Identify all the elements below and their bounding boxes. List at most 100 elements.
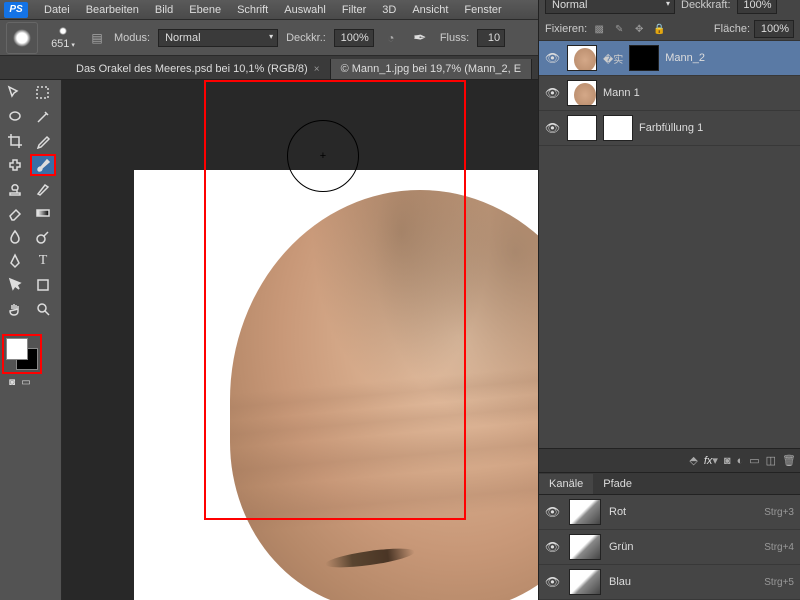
layer-name[interactable]: Mann_2 [665,52,794,64]
layers-panel-footer: ⬘ fx▾ ◙ ◐ ▭ ◫ 🗑 [539,448,800,472]
layer-opacity-input[interactable]: 100% [737,0,777,14]
menu-type[interactable]: Schrift [229,4,276,16]
lock-all-icon[interactable]: 🔒 [651,21,667,37]
add-mask-icon[interactable]: ◙ [724,455,731,467]
airbrush-icon[interactable]: ✒ [408,26,432,50]
brush-size-picker[interactable]: 651▾ [46,26,80,50]
lock-pixels-icon[interactable]: ✎ [611,21,627,37]
crop-tool[interactable] [2,130,28,152]
layer-fx-icon[interactable]: fx▾ [704,454,718,467]
visibility-icon[interactable]: 👁 [545,121,561,135]
layer-thumbnail[interactable] [567,45,597,71]
menu-edit[interactable]: Bearbeiten [78,4,147,16]
color-swatches[interactable] [6,338,38,370]
delete-layer-icon[interactable]: 🗑 [782,454,796,467]
menu-3d[interactable]: 3D [374,4,404,16]
menu-image[interactable]: Bild [147,4,181,16]
menu-layer[interactable]: Ebene [181,4,229,16]
layer-blend-row: Normal Deckkraft: 100% [539,0,800,18]
mask-thumbnail[interactable] [629,45,659,71]
pressure-opacity-icon[interactable]: ◔ [382,29,400,47]
foreground-color[interactable] [6,338,28,360]
visibility-icon[interactable]: 👁 [545,86,561,100]
mask-link-icon[interactable]: �实 [603,51,623,66]
menu-window[interactable]: Fenster [456,4,509,16]
group-icon[interactable]: ▭ [749,454,759,467]
screenmode-icon[interactable]: ▭ [20,376,32,388]
tool-preset-picker[interactable] [6,22,38,54]
opacity-input[interactable]: 100% [334,29,374,47]
link-layers-icon[interactable]: ⬘ [689,454,697,467]
channel-row[interactable]: 👁 Blau Strg+5 [539,565,800,600]
brush-panel-icon[interactable]: ▤ [88,29,106,47]
quickmask-icon[interactable]: ◙ [6,376,18,388]
layer-blend-select[interactable]: Normal [545,0,675,14]
wand-tool[interactable] [30,106,56,128]
close-icon[interactable]: × [314,64,320,75]
layer-list: 👁 �实 Mann_2 👁 Mann 1 👁 Farbfüllung 1 [539,41,800,146]
channel-row[interactable]: 👁 Grün Strg+4 [539,530,800,565]
hand-tool[interactable] [2,298,28,320]
lock-position-icon[interactable]: ✥ [631,21,647,37]
menu-file[interactable]: Datei [36,4,78,16]
marquee-tool[interactable] [30,82,56,104]
layer-thumbnail[interactable] [567,80,597,106]
path-select-tool[interactable] [2,274,28,296]
visibility-icon[interactable]: 👁 [545,51,561,65]
zoom-tool[interactable] [30,298,56,320]
move-tool[interactable] [2,82,28,104]
blur-tool[interactable] [2,226,28,248]
new-layer-icon[interactable]: ◫ [766,454,776,467]
channel-thumbnail [569,534,601,560]
document-tab-title: © Mann_1.jpg bei 19,7% (Mann_2, E [341,63,522,75]
gradient-tool[interactable] [30,202,56,224]
document-tab[interactable]: © Mann_1.jpg bei 19,7% (Mann_2, E [331,59,533,79]
blend-mode-select[interactable]: Normal [158,29,278,47]
lasso-tool[interactable] [2,106,28,128]
flow-label: Fluss: [440,32,469,44]
brush-tool[interactable] [30,154,56,176]
opacity-label: Deckkr.: [286,32,326,44]
layer-row[interactable]: 👁 Farbfüllung 1 [539,111,800,146]
channel-name: Rot [609,506,626,518]
layer-row[interactable]: 👁 �实 Mann_2 [539,41,800,76]
eraser-tool[interactable] [2,202,28,224]
layer-opacity-label: Deckkraft: [681,0,731,11]
history-brush-tool[interactable] [30,178,56,200]
paths-tab[interactable]: Pfade [593,474,642,494]
visibility-icon[interactable]: 👁 [545,540,561,554]
visibility-icon[interactable]: 👁 [545,505,561,519]
brush-size-value: 651 [51,38,69,50]
pen-tool[interactable] [2,250,28,272]
visibility-icon[interactable]: 👁 [545,575,561,589]
shape-tool[interactable] [30,274,56,296]
fill-input[interactable]: 100% [754,20,794,38]
document-tab[interactable]: Das Orakel des Meeres.psd bei 10,1% (RGB… [66,59,331,79]
stamp-tool[interactable] [2,178,28,200]
channels-tab[interactable]: Kanäle [539,474,593,494]
app-logo: PS [4,2,28,18]
mask-thumbnail[interactable] [603,115,633,141]
channels-panel: Kanäle Pfade 👁 Rot Strg+3 👁 Grün Strg+4 … [539,472,800,600]
type-tool[interactable]: T [30,250,56,272]
menu-view[interactable]: Ansicht [404,4,456,16]
eyedropper-tool[interactable] [30,130,56,152]
channel-row[interactable]: 👁 Rot Strg+3 [539,495,800,530]
menu-filter[interactable]: Filter [334,4,374,16]
layer-name[interactable]: Mann 1 [603,87,794,99]
blend-mode-label: Modus: [114,32,150,44]
layer-lock-row: Fixieren: ▩ ✎ ✥ 🔒 Fläche: 100% [539,18,800,41]
channel-shortcut: Strg+5 [764,577,794,588]
fill-label: Fläche: [714,23,750,35]
healing-tool[interactable] [2,154,28,176]
layer-thumbnail[interactable] [567,115,597,141]
layer-name[interactable]: Farbfüllung 1 [639,122,794,134]
lock-transparency-icon[interactable]: ▩ [591,21,607,37]
flow-input[interactable]: 10 [477,29,505,47]
menu-select[interactable]: Auswahl [276,4,334,16]
layer-row[interactable]: 👁 Mann 1 [539,76,800,111]
adjustment-layer-icon[interactable]: ◐ [737,455,744,467]
tool-palette: T ◙ ▭ [0,80,62,600]
dodge-tool[interactable] [30,226,56,248]
channel-shortcut: Strg+4 [764,542,794,553]
